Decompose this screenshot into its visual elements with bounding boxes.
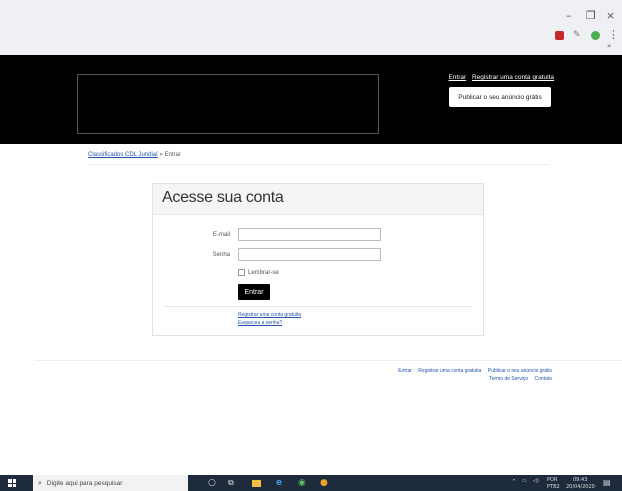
site-header: Entrar Registrar uma conta gratuita Publ… <box>0 55 622 144</box>
minimize-icon[interactable]: – <box>566 9 572 22</box>
breadcrumb: Classificados CDL Jundiaí » Entrar <box>88 152 181 158</box>
tray-chevron-icon[interactable]: ^ <box>512 479 516 485</box>
footer-terms-link[interactable]: Termo de Serviço <box>489 376 528 382</box>
header-register-link[interactable]: Registrar uma conta gratuita <box>472 74 554 81</box>
page-title: Acesse sua conta <box>162 189 284 206</box>
remember-me-label: Lembrar-se <box>248 269 279 276</box>
breadcrumb-current: Entrar <box>164 152 181 158</box>
footer-links-row1: Entrar Registrar uma conta gratuita Publ… <box>393 368 552 374</box>
keyboard-layout-indicator[interactable]: PTB2 <box>547 484 560 490</box>
footer-register-link[interactable]: Registrar uma conta gratuita <box>418 368 481 374</box>
header-banner-box <box>77 74 379 134</box>
footer-contact-link[interactable]: Contato <box>534 376 552 382</box>
pen-extension-icon[interactable]: ✎ <box>573 31 582 40</box>
edge-browser-icon[interactable]: e <box>276 477 282 489</box>
whatsapp-icon[interactable]: ◉ <box>298 477 306 489</box>
search-placeholder: Digite aqui para pesquisar <box>46 479 123 487</box>
windows-start-icon[interactable] <box>8 479 16 487</box>
close-icon[interactable]: × <box>606 9 615 22</box>
footer-publish-link[interactable]: Publicar o seu anúncio grátis <box>488 368 552 374</box>
pdf-extension-icon[interactable] <box>555 31 564 40</box>
notification-icon[interactable]: ▤ <box>603 478 611 487</box>
forgot-password-link[interactable]: Esqueceu a senha? <box>238 320 282 326</box>
network-icon[interactable]: ▭ <box>522 478 527 484</box>
remember-me-checkbox[interactable] <box>238 269 245 276</box>
taskbar: ⌕ Digite aqui para pesquisar ○ ⧉ e ◉ ● ^… <box>0 475 622 491</box>
language-indicator[interactable]: POR <box>547 477 557 483</box>
restore-icon[interactable]: ❐ <box>586 9 596 22</box>
header-links: Entrar Registrar uma conta gratuita <box>444 74 554 81</box>
file-explorer-icon[interactable] <box>252 480 261 487</box>
clock-time[interactable]: 09:43 <box>573 477 587 483</box>
password-field[interactable] <box>238 248 381 261</box>
email-field[interactable] <box>238 228 381 241</box>
remember-me-row[interactable]: Lembrar-se <box>238 269 279 276</box>
email-label: E-mail <box>212 232 230 238</box>
menu-dots-icon[interactable]: ⋮ <box>608 28 619 41</box>
taskbar-search-box[interactable]: ⌕ Digite aqui para pesquisar <box>33 475 188 491</box>
profile-avatar-icon[interactable] <box>591 31 600 40</box>
breadcrumb-separator: » <box>159 152 163 158</box>
chrome-browser-icon[interactable]: ● <box>320 477 328 489</box>
footer-login-link[interactable]: Entrar <box>398 368 412 374</box>
breadcrumb-divider <box>88 164 550 165</box>
card-divider <box>165 306 471 307</box>
volume-icon[interactable]: ◁) <box>533 478 539 484</box>
header-login-link[interactable]: Entrar <box>448 74 466 81</box>
footer-divider <box>34 360 622 361</box>
publish-ad-button[interactable]: Publicar o seu anúncio grátis <box>449 87 551 107</box>
login-submit-button[interactable]: Entrar <box>238 284 270 300</box>
task-view-icon[interactable]: ⧉ <box>228 477 234 489</box>
search-icon: ⌕ <box>38 478 42 487</box>
clock-date[interactable]: 20/04/2020 <box>566 484 595 490</box>
overflow-icon[interactable]: » <box>607 42 611 50</box>
footer-links-row2: Termo de Serviço Contato <box>484 376 552 382</box>
cortana-icon[interactable]: ○ <box>208 477 216 489</box>
breadcrumb-home-link[interactable]: Classificados CDL Jundiaí <box>88 152 158 158</box>
browser-chrome: – ❐ × ✎ ⋮ » <box>0 0 622 55</box>
register-account-link[interactable]: Registrar uma conta gratuita <box>238 312 301 318</box>
password-label: Senha <box>212 252 230 258</box>
login-card: Acesse sua conta E-mail Senha Lembrar-se… <box>152 183 484 336</box>
